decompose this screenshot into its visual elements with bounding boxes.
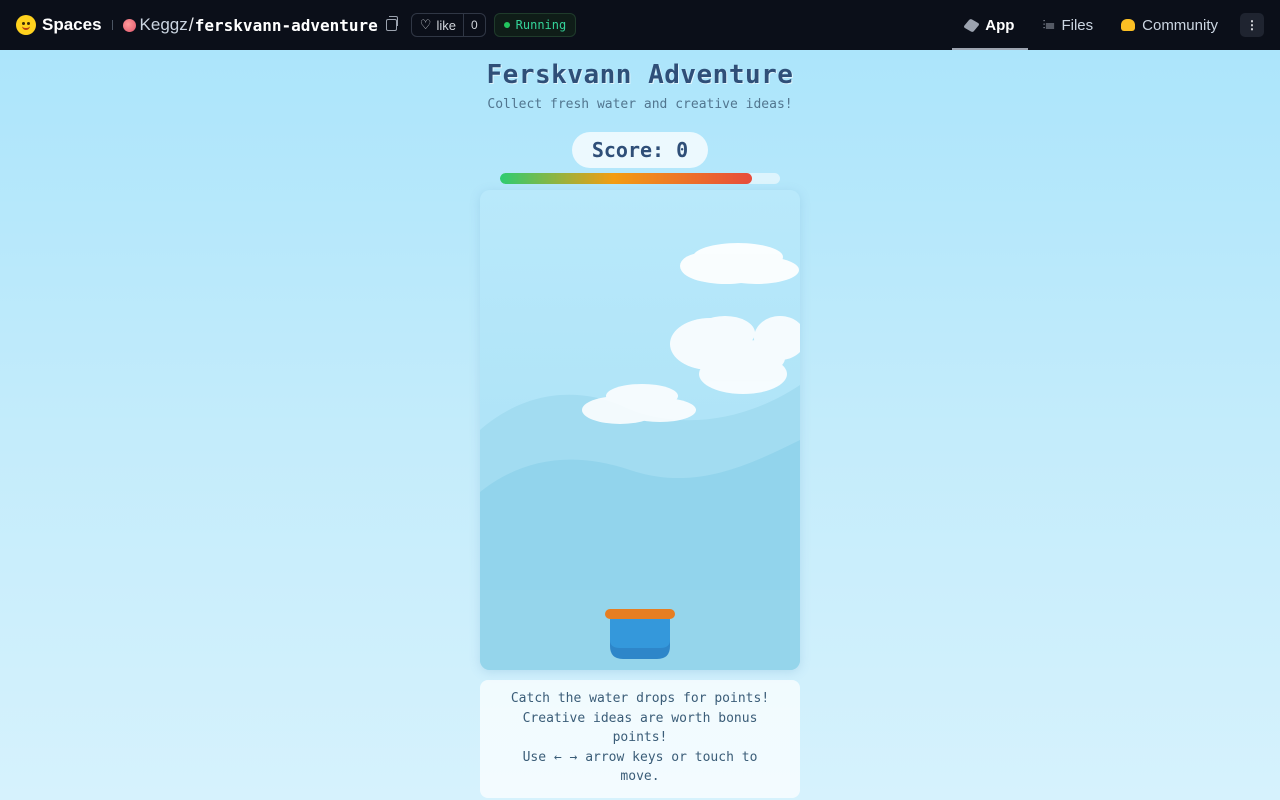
progress-bar — [500, 173, 780, 184]
score-label: Score: — [591, 138, 665, 162]
top-bar: Spaces Keggz / ferskvann-adventure ♡ lik… — [0, 0, 1280, 50]
tab-app[interactable]: App — [952, 0, 1029, 50]
like-button[interactable]: ♡ like — [412, 14, 463, 36]
heart-icon: ♡ — [419, 17, 432, 32]
tab-community[interactable]: Community — [1107, 0, 1232, 50]
bucket-front — [610, 618, 670, 648]
spaces-link[interactable]: Spaces — [42, 15, 102, 35]
tab-files-label: Files — [1061, 16, 1094, 34]
owner-link[interactable]: Keggz — [140, 15, 188, 35]
tab-app-label: App — [985, 16, 1015, 34]
score-display: Score: 0 — [572, 132, 708, 168]
hugging-face-logo-icon[interactable] — [16, 15, 36, 35]
tab-community-label: Community — [1142, 16, 1218, 34]
game-subtitle: Collect fresh water and creative ideas! — [487, 97, 793, 112]
owner-avatar[interactable] — [122, 18, 136, 32]
like-count[interactable]: 0 — [462, 14, 485, 36]
tab-files[interactable]: ⫶☰ Files — [1028, 0, 1107, 50]
score-value: 0 — [676, 138, 689, 162]
instruction-line: move. — [620, 769, 660, 785]
more-icon: ⋮ — [1246, 18, 1258, 32]
instruction-line: Creative ideas are worth bonus — [522, 710, 758, 726]
space-nav: App ⫶☰ Files Community ⋮ — [952, 0, 1280, 50]
game-scene — [480, 190, 800, 670]
instruction-line: Use ← → arrow keys or touch to — [522, 749, 758, 765]
files-icon: ⫶☰ — [1042, 17, 1055, 32]
like-label: like — [436, 17, 456, 33]
progress-fill — [500, 173, 752, 184]
instructions-panel: Catch the water drops for points! Creati… — [480, 680, 800, 798]
bucket-player[interactable] — [605, 609, 675, 659]
community-icon — [1121, 19, 1136, 31]
like-group: ♡ like 0 — [410, 13, 486, 37]
status-dot-icon — [503, 22, 510, 28]
cube-icon — [963, 17, 981, 33]
game-canvas[interactable] — [480, 190, 800, 670]
repo-name-link[interactable]: ferskvann-adventure — [195, 16, 378, 35]
status-badge[interactable]: Running — [493, 13, 577, 37]
divider — [111, 20, 113, 30]
bucket-rim — [605, 609, 675, 619]
more-options-button[interactable]: ⋮ — [1240, 13, 1264, 37]
status-text: Running — [515, 18, 567, 32]
copy-icon[interactable] — [385, 16, 398, 31]
game-title: Ferskvann Adventure — [486, 60, 794, 90]
instruction-line: points! — [612, 730, 668, 746]
path-separator: / — [188, 14, 194, 35]
instruction-line: Catch the water drops for points! — [510, 691, 770, 706]
